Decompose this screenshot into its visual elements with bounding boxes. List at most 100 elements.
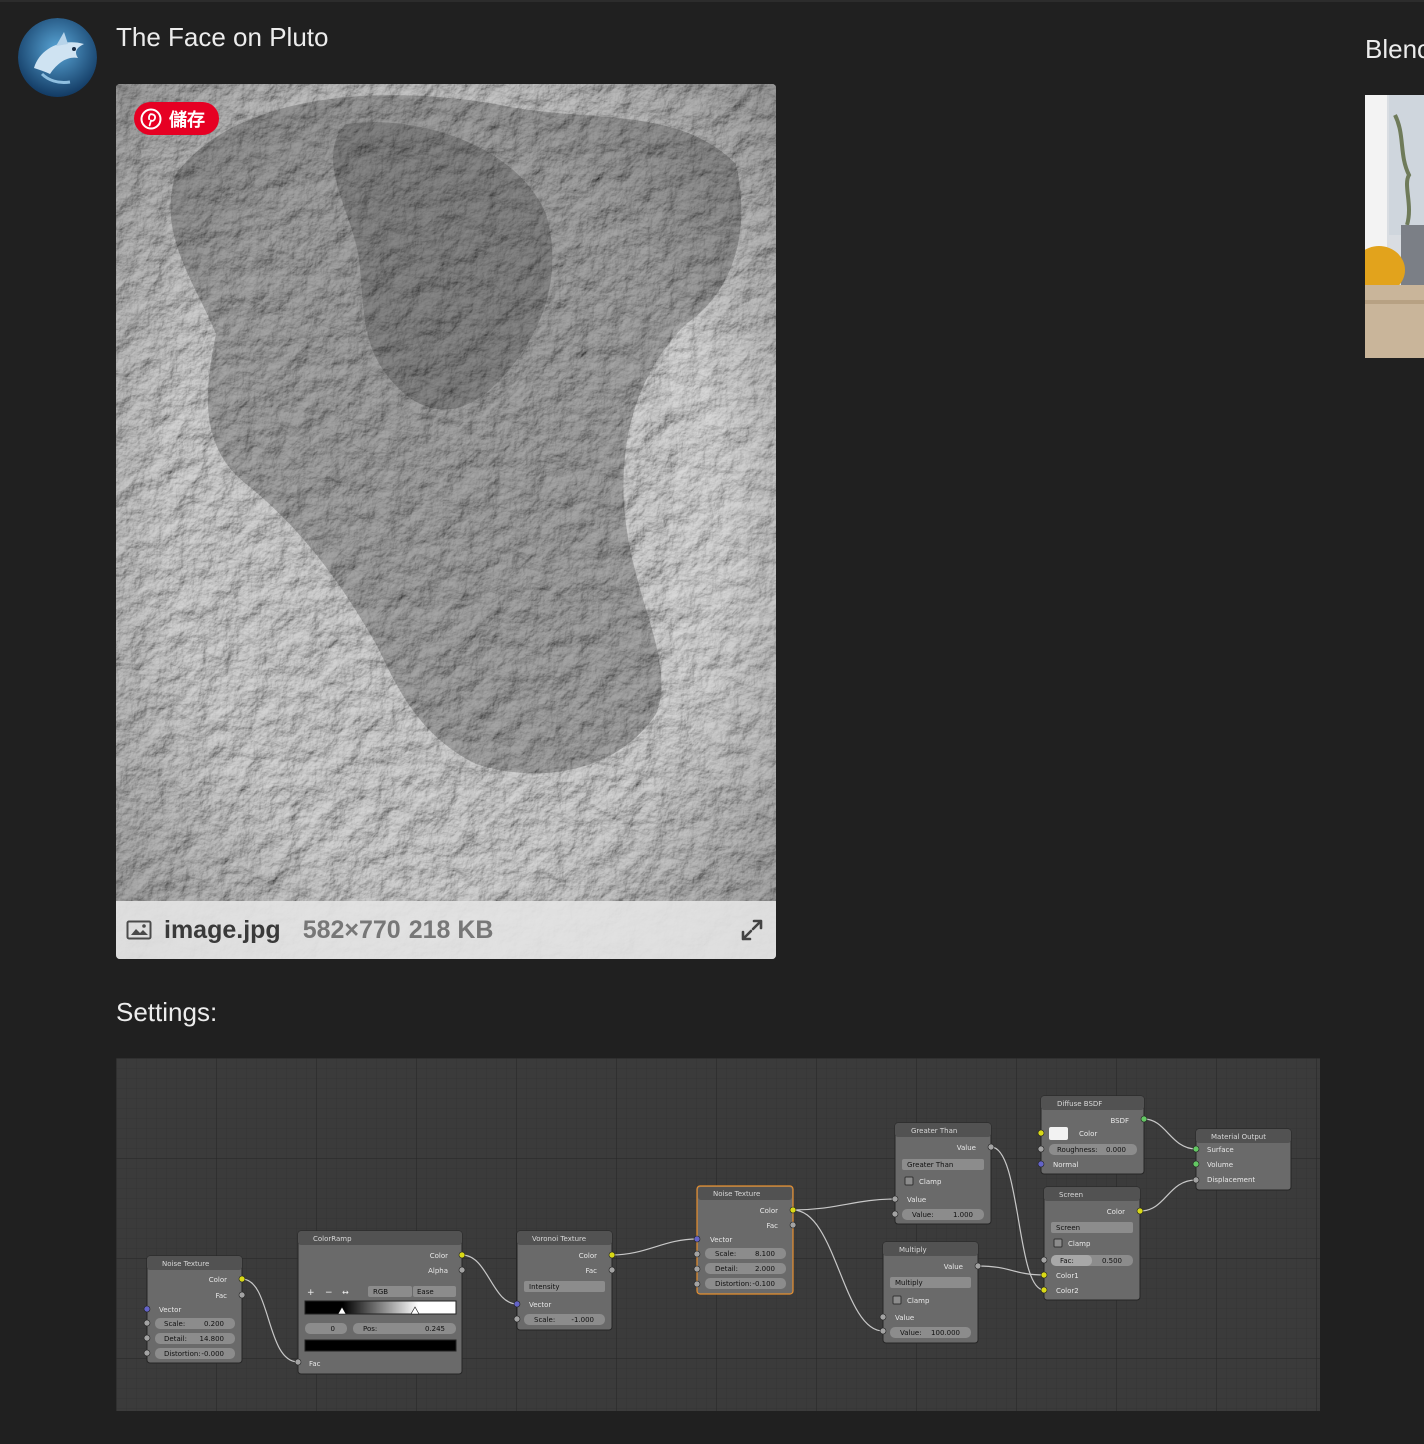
node-graph-image[interactable]: Noise Texture Color Fac Vector Scale: 0.…: [116, 1058, 1320, 1411]
related-post-title[interactable]: Blenc: [1365, 34, 1424, 65]
node-multiply-clamp-label: Clamp: [907, 1297, 930, 1305]
node-screen-color1: Color1: [1056, 1272, 1079, 1280]
node-noise1-distortion-label: Distortion:: [164, 1350, 201, 1358]
node-voronoi-title: Voronoi Texture: [532, 1235, 586, 1243]
settings-label: Settings:: [116, 997, 218, 1027]
node-noise1-out-fac: Fac: [215, 1292, 227, 1300]
node-colorramp-mode[interactable]: RGB: [373, 1288, 388, 1296]
pinterest-save-button[interactable]: 儲存: [134, 102, 219, 135]
node-multiply-title: Multiply: [899, 1246, 927, 1254]
node-colorramp-index[interactable]: 0: [331, 1325, 335, 1333]
node-colorramp-color-swatch[interactable]: [304, 1339, 457, 1352]
node-noise-texture-2[interactable]: Noise Texture Color Fac Vector Scale: 8.…: [693, 1185, 797, 1295]
image-file-icon: [126, 920, 152, 940]
node-colorramp-gradient[interactable]: [304, 1300, 457, 1315]
node-diffuse-out-bsdf: BSDF: [1110, 1117, 1129, 1125]
node-output-volume: Volume: [1207, 1161, 1233, 1169]
node-greater-clamp-checkbox[interactable]: [904, 1176, 914, 1186]
node-greater-value-label: Value:: [912, 1211, 934, 1219]
image-attachment[interactable]: 儲存 image.jpg 582×770 218 KB: [116, 84, 776, 959]
node-colorramp-flip-icon[interactable]: ↔: [342, 1288, 349, 1297]
node-voronoi-out-color: Color: [579, 1252, 597, 1260]
pinterest-save-label: 儲存: [169, 109, 205, 130]
node-material-output[interactable]: Material Output Surface Volume Displacem…: [1192, 1128, 1292, 1191]
top-divider: [0, 0, 1424, 2]
file-name[interactable]: image.jpg: [164, 916, 281, 945]
node-colorramp-title: ColorRamp: [313, 1235, 352, 1243]
node-noise2-distortion-label: Distortion:: [715, 1280, 752, 1288]
node-diffuse-normal-label: Normal: [1053, 1161, 1078, 1169]
node-multiply-operation[interactable]: Multiply: [895, 1279, 923, 1287]
node-greater-operation[interactable]: Greater Than: [907, 1161, 953, 1169]
node-noise1-title: Noise Texture: [162, 1260, 209, 1268]
node-voronoi-out-fac: Fac: [585, 1267, 597, 1275]
node-screen-clamp-label: Clamp: [1068, 1240, 1091, 1248]
node-diffuse-title: Diffuse BSDF: [1057, 1100, 1102, 1108]
node-noise2-scale-value[interactable]: 8.100: [755, 1250, 775, 1258]
node-noise1-in-vector: Vector: [159, 1306, 181, 1314]
node-greater-clamp-label: Clamp: [919, 1178, 942, 1186]
node-screen-title: Screen: [1059, 1191, 1083, 1199]
node-screen-fac-value[interactable]: 0.500: [1102, 1257, 1122, 1265]
file-size: 218 KB: [408, 915, 494, 944]
pluto-terrain-image[interactable]: [116, 84, 776, 959]
file-dimensions: 582×770: [302, 915, 401, 944]
node-noise1-distortion-value[interactable]: -0.000: [201, 1350, 224, 1358]
expand-icon[interactable]: [740, 918, 764, 942]
node-colorramp-remove-icon[interactable]: −: [325, 1288, 333, 1298]
node-diffuse-roughness-value[interactable]: 0.000: [1106, 1146, 1126, 1154]
node-noise1-scale-label: Scale:: [164, 1320, 185, 1328]
node-colorramp[interactable]: ColorRamp Color Alpha + − ↔ RGB Ease 0 P…: [294, 1230, 466, 1375]
node-voronoi-scale-value[interactable]: -1.000: [571, 1316, 594, 1324]
node-colorramp-in-fac: Fac: [309, 1360, 321, 1368]
node-multiply[interactable]: Multiply Value Multiply Clamp Value Valu…: [879, 1241, 982, 1344]
node-diffuse-color-label: Color: [1079, 1130, 1097, 1138]
node-multiply-clamp-checkbox[interactable]: [892, 1295, 902, 1305]
node-output-displacement: Displacement: [1207, 1176, 1255, 1184]
related-post-thumbnail[interactable]: [1365, 95, 1424, 358]
node-diffuse-roughness-label: Roughness:: [1057, 1146, 1098, 1154]
post-title: The Face on Pluto: [116, 22, 329, 52]
node-noise-texture-1[interactable]: Noise Texture Color Fac Vector Scale: 0.…: [143, 1255, 246, 1364]
node-colorramp-out-alpha: Alpha: [428, 1267, 448, 1275]
node-screen-blend[interactable]: Screen: [1056, 1224, 1080, 1232]
node-screen-fac-label: Fac:: [1060, 1257, 1074, 1265]
node-screen-out-color: Color: [1107, 1208, 1125, 1216]
node-noise2-title: Noise Texture: [713, 1190, 760, 1198]
node-noise1-scale-value[interactable]: 0.200: [204, 1320, 224, 1328]
node-noise2-scale-label: Scale:: [715, 1250, 736, 1258]
node-voronoi-coloring[interactable]: Intensity: [529, 1283, 559, 1291]
node-noise2-out-fac: Fac: [766, 1222, 778, 1230]
node-output-surface: Surface: [1207, 1146, 1234, 1154]
pinterest-icon: [140, 108, 162, 129]
node-noise2-in-vector: Vector: [710, 1236, 732, 1244]
node-noise2-detail-label: Detail:: [715, 1265, 738, 1273]
node-greater-value-value[interactable]: 1.000: [953, 1211, 973, 1219]
node-greater-title: Greater Than: [911, 1127, 957, 1135]
node-diffuse-color-swatch[interactable]: [1049, 1127, 1068, 1140]
node-noise1-detail-label: Detail:: [164, 1335, 187, 1343]
node-multiply-out-value: Value: [944, 1263, 963, 1271]
node-colorramp-add-icon[interactable]: +: [307, 1288, 315, 1298]
node-greater-than[interactable]: Greater Than Value Greater Than Clamp Va…: [891, 1122, 995, 1225]
node-multiply-in-value: Value: [895, 1314, 914, 1322]
node-voronoi-scale-label: Scale:: [534, 1316, 555, 1324]
node-multiply-value-value[interactable]: 100.000: [931, 1329, 960, 1337]
node-diffuse-bsdf[interactable]: Diffuse BSDF BSDF Color Roughness: 0.000…: [1037, 1095, 1148, 1175]
file-info-bar: image.jpg 582×770 218 KB: [116, 901, 776, 959]
node-screen[interactable]: Screen Color Screen Clamp Fac: 0.500 Col…: [1040, 1186, 1144, 1301]
node-colorramp-interp[interactable]: Ease: [417, 1288, 434, 1296]
node-colorramp-pos-label: Pos:: [363, 1325, 377, 1333]
node-screen-color2: Color2: [1056, 1287, 1079, 1295]
node-greater-in-value: Value: [907, 1196, 926, 1204]
node-noise2-detail-value[interactable]: 2.000: [755, 1265, 775, 1273]
node-colorramp-pos-value[interactable]: 0.245: [425, 1325, 445, 1333]
node-noise1-detail-value[interactable]: 14.800: [200, 1335, 225, 1343]
node-colorramp-out-color: Color: [430, 1252, 448, 1260]
node-voronoi-in-vector: Vector: [529, 1301, 551, 1309]
node-noise2-distortion-value[interactable]: -0.100: [752, 1280, 775, 1288]
node-screen-clamp-checkbox[interactable]: [1053, 1238, 1063, 1248]
dolphin-avatar-icon[interactable]: [18, 18, 97, 97]
node-multiply-value-label: Value:: [900, 1329, 922, 1337]
node-voronoi-texture[interactable]: Voronoi Texture Color Fac Intensity Vect…: [513, 1230, 616, 1331]
